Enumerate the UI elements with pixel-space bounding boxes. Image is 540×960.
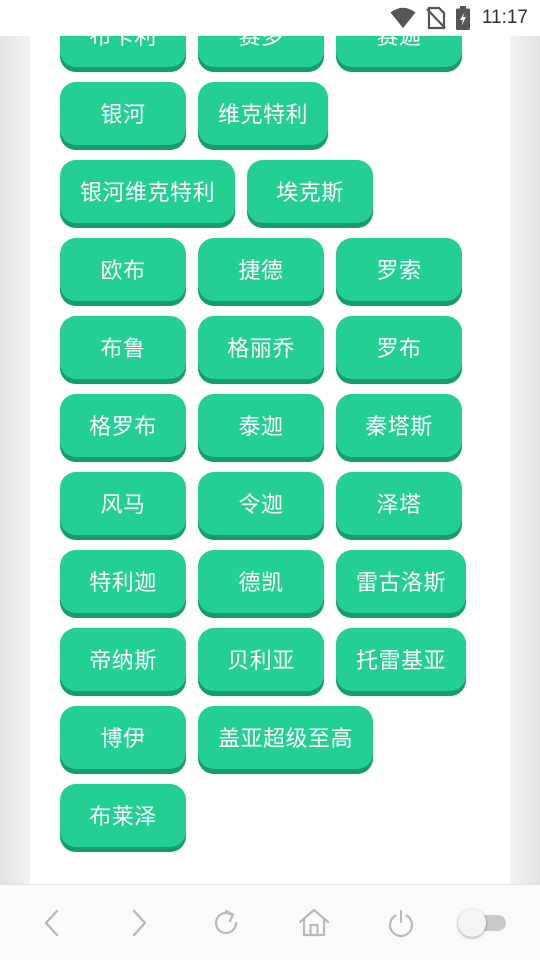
no-sim-icon <box>426 6 446 30</box>
refresh-icon <box>214 909 238 935</box>
tag-button[interactable]: 捷德 <box>198 238 324 306</box>
home-button[interactable] <box>294 903 334 943</box>
tag-button[interactable]: 赛多 <box>198 36 324 72</box>
power-icon <box>388 909 414 938</box>
tag-button[interactable]: 罗索 <box>336 238 462 306</box>
forward-button[interactable] <box>119 903 159 943</box>
tag-button[interactable]: 贝利亚 <box>198 628 324 696</box>
tag-button[interactable]: 风马 <box>60 472 186 540</box>
tag-button[interactable]: 银河维克特利 <box>60 160 236 228</box>
tag-button[interactable]: 雷古洛斯 <box>336 550 467 618</box>
toggle-switch[interactable] <box>458 909 508 937</box>
tag-button[interactable]: 格罗布 <box>60 394 186 462</box>
status-bar: 11:17 <box>0 0 540 36</box>
tag-button[interactable]: 秦塔斯 <box>336 394 462 462</box>
tag-button[interactable]: 布鲁 <box>60 316 186 384</box>
status-time: 11:17 <box>481 7 528 28</box>
forward-arrow-icon <box>132 909 147 937</box>
home-icon <box>298 908 330 937</box>
back-button[interactable] <box>32 903 72 943</box>
battery-charging-icon <box>455 6 470 30</box>
bottom-toolbar <box>0 884 540 960</box>
power-button[interactable] <box>381 903 421 943</box>
tag-button[interactable]: 帝纳斯 <box>60 628 186 696</box>
tag-button[interactable]: 令迦 <box>198 472 324 540</box>
refresh-button[interactable] <box>206 903 246 943</box>
wifi-icon <box>390 7 416 29</box>
tag-button[interactable]: 特利迦 <box>60 550 186 618</box>
back-arrow-icon <box>44 909 59 937</box>
toggle-knob <box>458 909 486 937</box>
tag-button[interactable]: 布莱泽 <box>60 784 186 852</box>
tag-button[interactable]: 德凯 <box>198 550 324 618</box>
tag-button[interactable]: 维克特利 <box>198 82 329 150</box>
tag-button[interactable]: 博伊 <box>60 706 186 774</box>
tag-button[interactable]: 盖亚超级至高 <box>198 706 374 774</box>
tag-button[interactable]: 泰迦 <box>198 394 324 462</box>
tag-button[interactable]: 赛迦 <box>336 36 462 72</box>
tag-button[interactable]: 泽塔 <box>336 472 462 540</box>
tag-button[interactable]: 托雷基亚 <box>336 628 467 696</box>
tag-button[interactable]: 欧布 <box>60 238 186 306</box>
tag-list: 布卡利 赛多 赛迦 银河 维克特利 银河维克特利 埃克斯 欧布 捷德 罗索 布鲁 格丽乔 罗布 格罗布 泰迦… <box>60 36 510 852</box>
content-card: 布卡利 赛多 赛迦 银河 维克特利 银河维克特利 埃克斯 欧布 捷德 罗索 布鲁 格丽乔 罗布 格罗布 泰迦… <box>30 36 510 884</box>
tag-button[interactable]: 银河 <box>60 82 186 150</box>
content-area: 布卡利 赛多 赛迦 银河 维克特利 银河维克特利 埃克斯 欧布 捷德 罗索 布鲁 格丽乔 罗布 格罗布 泰迦… <box>0 36 540 884</box>
tag-button[interactable]: 格丽乔 <box>198 316 324 384</box>
tag-button[interactable]: 罗布 <box>336 316 462 384</box>
tag-button[interactable]: 埃克斯 <box>247 160 374 228</box>
tag-button[interactable]: 布卡利 <box>60 36 186 72</box>
